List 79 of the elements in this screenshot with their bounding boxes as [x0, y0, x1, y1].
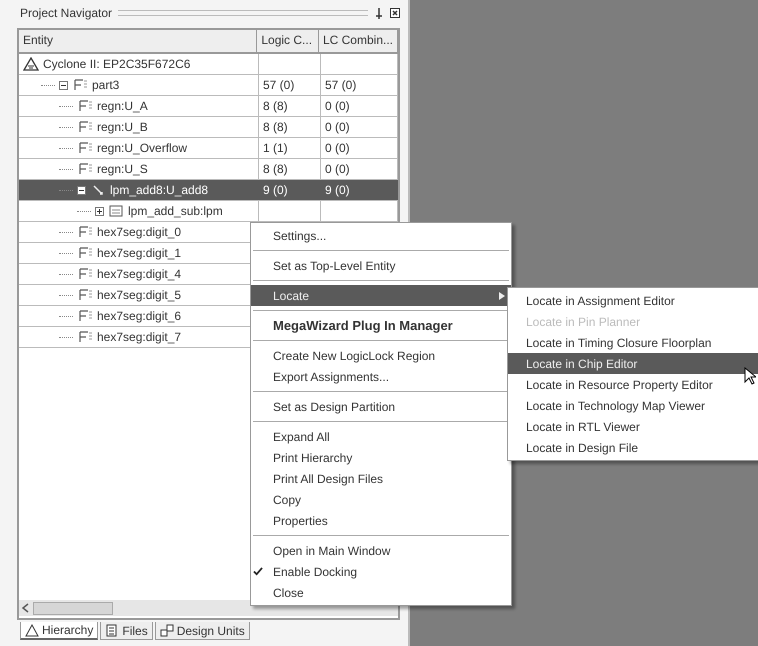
panel-title: Project Navigator [20, 6, 112, 20]
entity-name: regn:U_S [97, 162, 148, 176]
menu-item[interactable]: Close [251, 582, 511, 603]
table-cell: 8 (8) [263, 99, 288, 113]
blocks-icon [160, 624, 174, 637]
entity-icon [77, 288, 93, 302]
menu-item[interactable]: Print All Design Files [251, 468, 511, 489]
table-cell: 0 (0) [325, 99, 350, 113]
menu-item[interactable]: Set as Design Partition [251, 396, 511, 417]
menu-item[interactable]: Locate in RTL Viewer [508, 416, 758, 437]
table-cell: 9 (0) [263, 183, 288, 197]
menu-item[interactable]: Expand All [251, 426, 511, 447]
entity-icon [77, 309, 93, 323]
collapse-icon[interactable] [77, 186, 86, 194]
table-cell: 1 (1) [263, 141, 288, 155]
menu-item[interactable]: Locate [251, 285, 511, 306]
column-header[interactable]: Logic C... [257, 30, 319, 52]
tree-row[interactable]: lpm_add8:U_add8 9 (0) 9 (0) [19, 180, 398, 201]
tree-row[interactable]: regn:U_Overflow 1 (1) 0 (0) [19, 138, 398, 159]
entity-name: regn:U_A [97, 99, 148, 113]
table-cell: 0 (0) [325, 120, 350, 134]
menu-item[interactable]: Export Assignments... [251, 366, 511, 387]
menu-item[interactable]: Locate in Assignment Editor [508, 290, 758, 311]
table-cell: 9 (0) [325, 183, 350, 197]
entity-name: hex7seg:digit_4 [97, 267, 182, 281]
expand-icon[interactable] [95, 206, 104, 216]
entity-icon [77, 246, 93, 260]
tree-row[interactable]: part3 57 (0) 57 (0) [19, 75, 398, 96]
entity-icon [77, 162, 93, 176]
menu-item[interactable]: Print Hierarchy [251, 447, 511, 468]
menu-item[interactable]: Copy [251, 489, 511, 510]
pin-icon[interactable] [374, 7, 384, 19]
entity-name: Cyclone II: EP2C35F672C6 [43, 57, 190, 71]
document-icon [105, 624, 120, 637]
entity-name: hex7seg:digit_7 [97, 330, 182, 344]
entity-name: hex7seg:digit_6 [97, 309, 182, 323]
menu-item[interactable]: Enable Docking [251, 561, 511, 582]
menu-item[interactable]: Locate in Resource Property Editor [508, 374, 758, 395]
chip-icon [108, 204, 124, 218]
table-cell: 57 (0) [263, 78, 294, 92]
table-cell: 57 (0) [325, 78, 356, 92]
table-cell: 0 (0) [325, 141, 350, 155]
table-cell: 8 (8) [263, 162, 288, 176]
entity-name: hex7seg:digit_1 [97, 246, 182, 260]
warning-icon [23, 57, 39, 71]
menu-item[interactable]: Locate in Design File [508, 437, 758, 458]
entity-icon [77, 141, 93, 155]
menu-item[interactable]: Open in Main Window [251, 540, 511, 561]
entity-icon [77, 99, 93, 113]
entity-name: lpm_add8:U_add8 [110, 183, 208, 197]
tab[interactable]: Hierarchy [20, 622, 98, 640]
tree-row[interactable]: regn:U_B 8 (8) 0 (0) [19, 117, 398, 138]
menu-item[interactable]: Locate in Technology Map Viewer [508, 395, 758, 416]
tab[interactable]: Design Units [154, 622, 250, 640]
column-header[interactable]: Entity [19, 30, 258, 52]
entity-icon [77, 330, 93, 344]
menu-item[interactable]: Properties [251, 510, 511, 531]
entity-name: hex7seg:digit_5 [97, 288, 182, 302]
entity-name: regn:U_B [97, 120, 148, 134]
tab[interactable]: Files [100, 622, 153, 640]
close-icon[interactable] [390, 7, 400, 19]
column-header[interactable]: LC Combin... [318, 30, 398, 52]
table-cell: 8 (8) [263, 120, 288, 134]
tree-row[interactable]: Cyclone II: EP2C35F672C6 [19, 54, 398, 75]
triangle-icon [25, 624, 39, 636]
entity-icon [77, 120, 93, 134]
entity-name: regn:U_Overflow [97, 141, 188, 155]
menu-item[interactable]: Locate in Chip Editor [508, 353, 758, 374]
entity-icon [72, 78, 88, 92]
menu-item[interactable]: Locate in Timing Closure Floorplan [508, 332, 758, 353]
entity-name: part3 [92, 78, 120, 92]
tree-row[interactable]: regn:U_A 8 (8) 0 (0) [19, 96, 398, 117]
entity-name: lpm_add_sub:lpm [128, 204, 223, 218]
entity-icon [77, 225, 93, 239]
menu-item[interactable]: Create New LogicLock Region [251, 345, 511, 366]
entity-name: hex7seg:digit_0 [97, 225, 182, 239]
collapse-icon[interactable] [59, 80, 68, 90]
table-cell: 0 (0) [325, 162, 350, 176]
entity-icon [77, 267, 93, 281]
